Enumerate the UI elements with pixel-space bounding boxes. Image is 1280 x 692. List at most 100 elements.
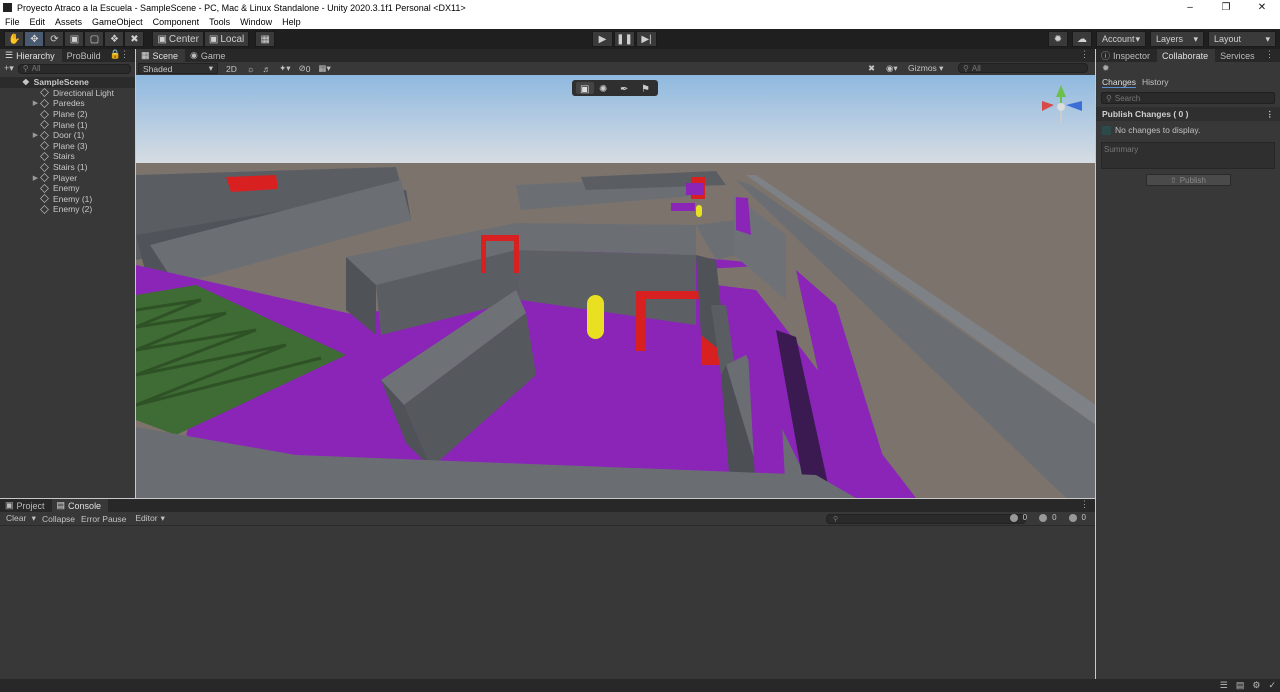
console-search-input[interactable]: ⚲ <box>826 514 1026 524</box>
pivot-local-button[interactable]: ▣ Local <box>203 31 250 47</box>
enemy-capsule[interactable] <box>696 205 702 217</box>
menu-assets[interactable]: Assets <box>50 17 87 27</box>
menu-component[interactable]: Component <box>148 17 205 27</box>
menu-gameobject[interactable]: GameObject <box>87 17 148 27</box>
tools-icon[interactable]: ✖ <box>868 63 875 74</box>
hierarchy-item[interactable]: Plane (3) <box>0 141 135 152</box>
expand-arrow-icon[interactable]: ▶ <box>31 174 40 182</box>
minimize-icon[interactable]: – <box>1172 0 1208 15</box>
kebab-menu-icon[interactable]: ⋮ <box>1080 49 1089 60</box>
layout-dropdown[interactable]: Layout ▾ <box>1208 31 1276 47</box>
editor-label: Editor <box>135 513 158 523</box>
expand-arrow-icon[interactable]: ▶ <box>31 99 40 107</box>
editor-dropdown[interactable]: Editor ▾ <box>129 513 168 524</box>
kebab-menu-icon[interactable]: ⋮ <box>1265 49 1274 60</box>
tab-probuild[interactable]: ProBuild <box>62 49 108 62</box>
hierarchy-item[interactable]: ▶ Player <box>0 172 135 183</box>
hierarchy-item[interactable]: Directional Light <box>0 88 135 99</box>
grid-snap-icon[interactable]: ▦ <box>255 31 276 47</box>
door-frame <box>481 235 519 241</box>
tab-collaborate[interactable]: Collaborate <box>1157 49 1216 62</box>
tab-collaborate-label: Collaborate <box>1162 50 1209 61</box>
debug-icon[interactable]: ⚙ <box>1252 680 1260 691</box>
kebab-menu-icon[interactable]: ⋮ <box>1266 109 1275 120</box>
kebab-menu-icon[interactable]: ⋮ <box>120 49 129 60</box>
effects-icon[interactable]: ✦▾ <box>279 63 290 74</box>
hierarchy-item[interactable]: Stairs (1) <box>0 162 135 173</box>
summary-input[interactable]: Summary <box>1101 142 1275 169</box>
account-dropdown[interactable]: Account ▾ <box>1096 31 1146 47</box>
add-icon[interactable]: +▾ <box>4 63 14 74</box>
tab-project[interactable]: ▣ Project <box>0 499 52 512</box>
gizmos-dropdown[interactable]: Gizmos ▾ <box>908 63 943 74</box>
audio-icon[interactable]: ♬ <box>263 64 272 74</box>
tab-hierarchy[interactable]: ☰ Hierarchy <box>0 49 62 62</box>
restore-icon[interactable]: ❐ <box>1208 0 1244 15</box>
settings-icon[interactable]: ✹ <box>1102 63 1110 74</box>
collab-icon[interactable]: ✹ <box>1048 31 1068 47</box>
rotate-tool-icon[interactable]: ⟳ <box>44 31 65 47</box>
tab-inspector[interactable]: ⓘ Inspector <box>1096 49 1157 62</box>
clear-button[interactable]: Clear ▾ <box>0 513 39 524</box>
play-icon[interactable]: ▶ <box>592 31 613 47</box>
hierarchy-item[interactable]: Plane (1) <box>0 119 135 130</box>
hierarchy-item[interactable]: ▶ Paredes <box>0 98 135 109</box>
publish-changes-header[interactable]: Publish Changes ( 0 ) ⋮ <box>1096 107 1280 121</box>
custom-tool-icon[interactable]: ✖ <box>124 31 145 47</box>
cloud-icon[interactable]: ☁ <box>1072 31 1092 47</box>
collab-tab-changes[interactable]: Changes <box>1102 77 1137 88</box>
tab-scene-label: Scene <box>152 50 179 61</box>
tab-game[interactable]: ◉ Game <box>185 49 232 62</box>
hierarchy-search-input[interactable]: ⚲ All <box>17 63 131 74</box>
camera-icon[interactable]: ◉▾ <box>886 63 898 74</box>
tab-scene[interactable]: ▦ Scene <box>136 49 186 62</box>
2d-toggle[interactable]: 2D <box>226 64 237 74</box>
publish-button[interactable]: ⇧ Publish <box>1145 174 1231 186</box>
hidden-objects-icon[interactable]: ⊘ <box>299 63 306 74</box>
step-icon[interactable]: ▶| <box>636 31 657 47</box>
hand-tool-icon[interactable]: ✋ <box>4 31 25 47</box>
shading-mode-dropdown[interactable]: Shaded ▾ <box>138 63 218 74</box>
hierarchy-item[interactable]: Enemy <box>0 183 135 194</box>
hierarchy-item[interactable]: ▶ Door (1) <box>0 130 135 141</box>
menu-window[interactable]: Window <box>235 17 277 27</box>
grid-icon[interactable]: ▦▾ <box>318 63 330 74</box>
error-count[interactable]: 0 <box>1066 513 1092 522</box>
scene-search-input[interactable]: ⚲ All <box>958 63 1088 73</box>
scene-root-item[interactable]: ❖ SampleScene <box>0 77 135 88</box>
player-capsule[interactable] <box>587 295 604 339</box>
warning-count[interactable]: 0 <box>1036 513 1062 522</box>
scale-tool-icon[interactable]: ▣ <box>64 31 85 47</box>
tab-console[interactable]: ▤ Console <box>51 499 109 512</box>
hierarchy-item[interactable]: Plane (2) <box>0 109 135 120</box>
layers-dropdown[interactable]: Layers ▾ <box>1150 31 1204 47</box>
hierarchy-item[interactable]: Enemy (2) <box>0 204 135 215</box>
expand-arrow-icon[interactable]: ▶ <box>31 131 40 139</box>
collab-tab-history[interactable]: History <box>1142 77 1168 87</box>
check-icon[interactable]: ✓ <box>1268 680 1276 691</box>
tab-services[interactable]: Services <box>1215 49 1262 62</box>
rect-tool-icon[interactable]: ▢ <box>84 31 105 47</box>
progress-icon[interactable]: ▤ <box>1236 680 1245 691</box>
lighting-icon[interactable]: ☼ <box>247 64 255 74</box>
log-count[interactable]: 0 <box>1007 513 1033 522</box>
hierarchy-item[interactable]: Enemy (1) <box>0 194 135 205</box>
menu-help[interactable]: Help <box>277 17 306 27</box>
menu-tools[interactable]: Tools <box>204 17 235 27</box>
transform-tool-icon[interactable]: ❖ <box>104 31 125 47</box>
collapse-button[interactable]: Collapse <box>39 514 78 524</box>
move-tool-icon[interactable]: ✥ <box>24 31 45 47</box>
close-icon[interactable]: ✕ <box>1244 0 1280 15</box>
select-all-checkbox[interactable] <box>1102 125 1111 135</box>
scene-render[interactable]: ▣ ✺ ✒ ⚑ <box>136 75 1095 498</box>
menu-edit[interactable]: Edit <box>25 17 51 27</box>
kebab-menu-icon[interactable]: ⋮ <box>1080 499 1089 510</box>
pause-icon[interactable]: ❚❚ <box>614 31 635 47</box>
menu-file[interactable]: File <box>0 17 25 27</box>
pivot-center-button[interactable]: ▣ Center <box>152 31 204 47</box>
scene-viewport[interactable]: ▣ ✺ ✒ ⚑ <box>136 75 1095 498</box>
hierarchy-item[interactable]: Stairs <box>0 151 135 162</box>
collab-search-input[interactable]: ⚲ Search <box>1101 92 1275 104</box>
error-pause-button[interactable]: Error Pause <box>78 514 129 524</box>
bake-icon[interactable]: ☰ <box>1220 680 1228 691</box>
